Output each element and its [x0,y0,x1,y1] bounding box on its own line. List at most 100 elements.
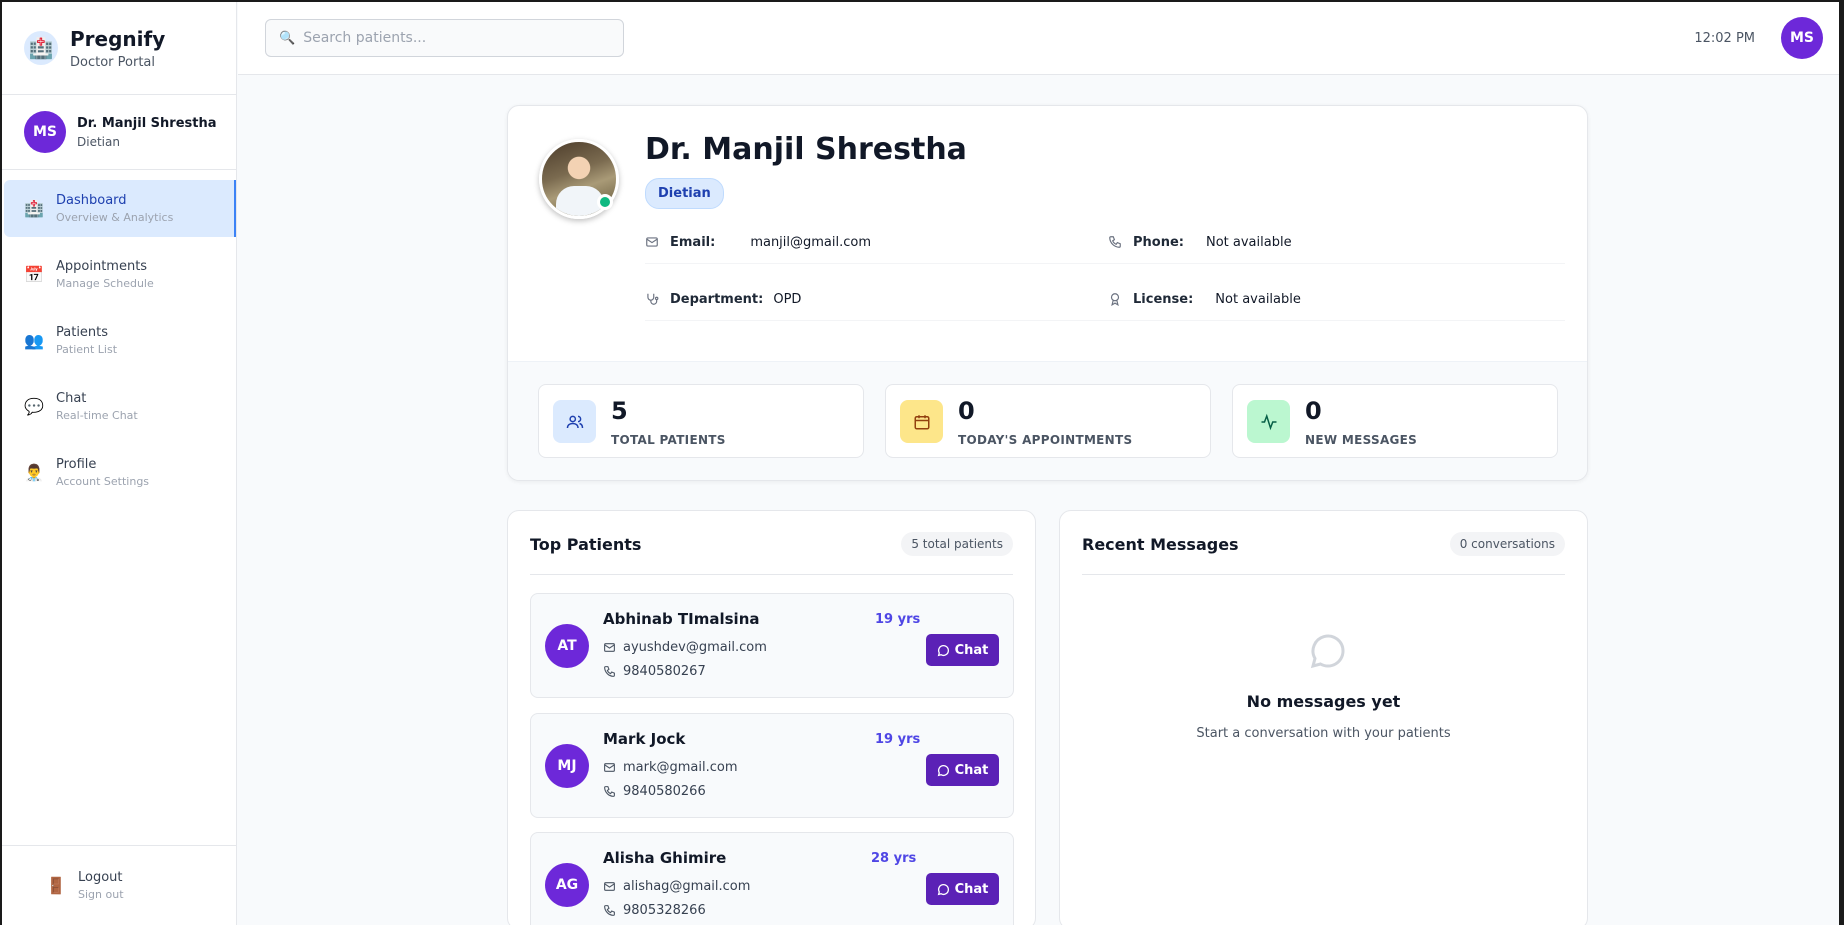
info-row: Email: manjil@gmail.com Phone: Not avail… [645,220,1565,264]
avatar: AT [545,624,589,668]
stethoscope-icon [645,292,659,306]
stat-label: TODAY'S APPOINTMENTS [958,433,1133,447]
phone-label: Phone: [1133,234,1184,250]
logout-button[interactable]: 🚪 Logout Sign out [2,845,236,925]
brand-subtitle: Doctor Portal [70,54,155,70]
list-item[interactable]: AT Abhinab TImalsina 19 yrs ayushdev@gma… [530,593,1014,698]
sidebar-item-label: Chat [56,391,87,406]
patient-email: ayushdev@gmail.com [623,640,767,655]
stat-label: NEW MESSAGES [1305,433,1418,447]
mail-icon [603,761,617,774]
calendar-icon [900,400,943,443]
patient-phone: 9840580267 [623,664,706,679]
divider [530,574,1013,575]
stat-value: 0 [1305,397,1322,425]
users-icon [553,400,596,443]
logout-sub: Sign out [78,888,124,901]
search-box[interactable]: 🔍 [265,19,624,57]
license-info: License: Not available [1108,277,1301,321]
patient-name: Abhinab TImalsina [603,610,760,628]
phone-icon [603,904,617,917]
app-window: 🏥 Pregnify Doctor Portal MS Dr. Manjil S… [2,2,1839,925]
sidebar-item-sub: Overview & Analytics [56,211,174,224]
sidebar-item-appointments[interactable]: 📅 Appointments Manage Schedule [4,246,236,303]
specialty-badge: Dietian [645,178,724,209]
sidebar-item-sub: Real-time Chat [56,409,138,422]
phone-icon [1108,235,1122,249]
patient-phone: 9805328266 [623,903,706,918]
speech-bubble-icon: 💬 [24,397,44,416]
empty-state-title: No messages yet [1246,692,1401,711]
top-header: 🔍 12:02 PM MS [238,2,1839,75]
mail-icon [603,641,617,654]
chat-button-label: Chat [954,642,989,658]
sidebar-user: MS Dr. Manjil Shrestha Dietian [2,95,236,170]
calendar-icon: 📅 [24,265,44,284]
people-icon: 👥 [24,331,44,350]
conversation-count-badge: 0 conversations [1449,532,1565,556]
sidebar-item-sub: Account Settings [56,475,150,488]
sidebar-item-label: Patients [56,325,109,340]
sidebar-nav: 🏥 Dashboard Overview & Analytics 📅 Appoi… [2,170,236,501]
brand: 🏥 Pregnify Doctor Portal [2,2,236,95]
list-item[interactable]: AG Alisha Ghimire 28 yrs alishag@gmail.c… [530,832,1014,925]
sidebar-item-profile[interactable]: 👨‍⚕️ Profile Account Settings [4,444,236,501]
patient-age: 28 yrs [871,851,917,866]
user-name: Dr. Manjil Shrestha [77,115,217,131]
avatar: AG [545,863,589,907]
chat-icon [937,644,949,656]
email-value: manjil@gmail.com [750,234,872,250]
stat-card-total-patients: 5 TOTAL PATIENTS [538,384,864,458]
patient-phone-line: 9840580266 [603,784,706,799]
chat-button[interactable]: Chat [926,754,999,786]
department-info: Department: OPD [645,277,801,321]
sidebar-item-patients[interactable]: 👥 Patients Patient List [4,312,236,369]
empty-state-subtitle: Start a conversation with your patients [1196,726,1451,741]
chat-icon [937,764,949,776]
stat-value: 0 [958,397,975,425]
hospital-icon: 🏥 [24,31,58,65]
sidebar: 🏥 Pregnify Doctor Portal MS Dr. Manjil S… [2,2,237,925]
divider [1082,574,1565,575]
speech-bubble-icon [1310,634,1345,669]
avatar: MS [24,111,66,153]
chat-button[interactable]: Chat [926,634,999,666]
email-label: Email: [670,234,716,250]
brand-name: Pregnify [70,26,166,51]
patient-name: Alisha Ghimire [603,849,727,867]
profile-card: Dr. Manjil Shrestha Dietian Email: manji… [507,105,1588,481]
search-input[interactable] [303,30,604,46]
chat-button-label: Chat [954,762,989,778]
stat-card-messages: 0 NEW MESSAGES [1232,384,1558,458]
logout-label: Logout [78,870,123,885]
patient-phone-line: 9840580267 [603,664,706,679]
patient-email: mark@gmail.com [623,760,738,775]
patient-phone-line: 9805328266 [603,903,706,918]
stat-card-appointments: 0 TODAY'S APPOINTMENTS [885,384,1211,458]
sidebar-item-label: Profile [56,457,97,472]
avatar: MJ [545,744,589,788]
sidebar-item-label: Appointments [56,259,148,274]
sidebar-item-label: Dashboard [56,193,127,208]
chat-button[interactable]: Chat [926,873,999,905]
panel-title: Recent Messages [1082,535,1239,554]
patient-email-line: alishag@gmail.com [603,879,750,894]
chat-button-label: Chat [954,881,989,897]
stat-label: TOTAL PATIENTS [611,433,726,447]
top-patients-panel: Top Patients 5 total patients AT Abhinab… [507,510,1036,925]
department-value: OPD [773,291,802,307]
patient-email: alishag@gmail.com [623,879,751,894]
sidebar-item-chat[interactable]: 💬 Chat Real-time Chat [4,378,236,435]
patient-phone: 9840580266 [623,784,706,799]
stats-row: 5 TOTAL PATIENTS 0 TODAY'S APPOINTMENTS … [508,361,1587,480]
sidebar-item-dashboard[interactable]: 🏥 Dashboard Overview & Analytics [4,180,236,237]
award-icon [1108,292,1122,306]
patient-age: 19 yrs [875,612,921,627]
avatar[interactable]: MS [1781,17,1823,59]
patient-email-line: ayushdev@gmail.com [603,640,767,655]
recent-messages-panel: Recent Messages 0 conversations No messa… [1059,510,1588,925]
sidebar-item-sub: Patient List [56,343,118,356]
list-item[interactable]: MJ Mark Jock 19 yrs mark@gmail.com 98405… [530,713,1014,818]
sidebar-item-sub: Manage Schedule [56,277,154,290]
patient-name: Mark Jock [603,730,686,748]
